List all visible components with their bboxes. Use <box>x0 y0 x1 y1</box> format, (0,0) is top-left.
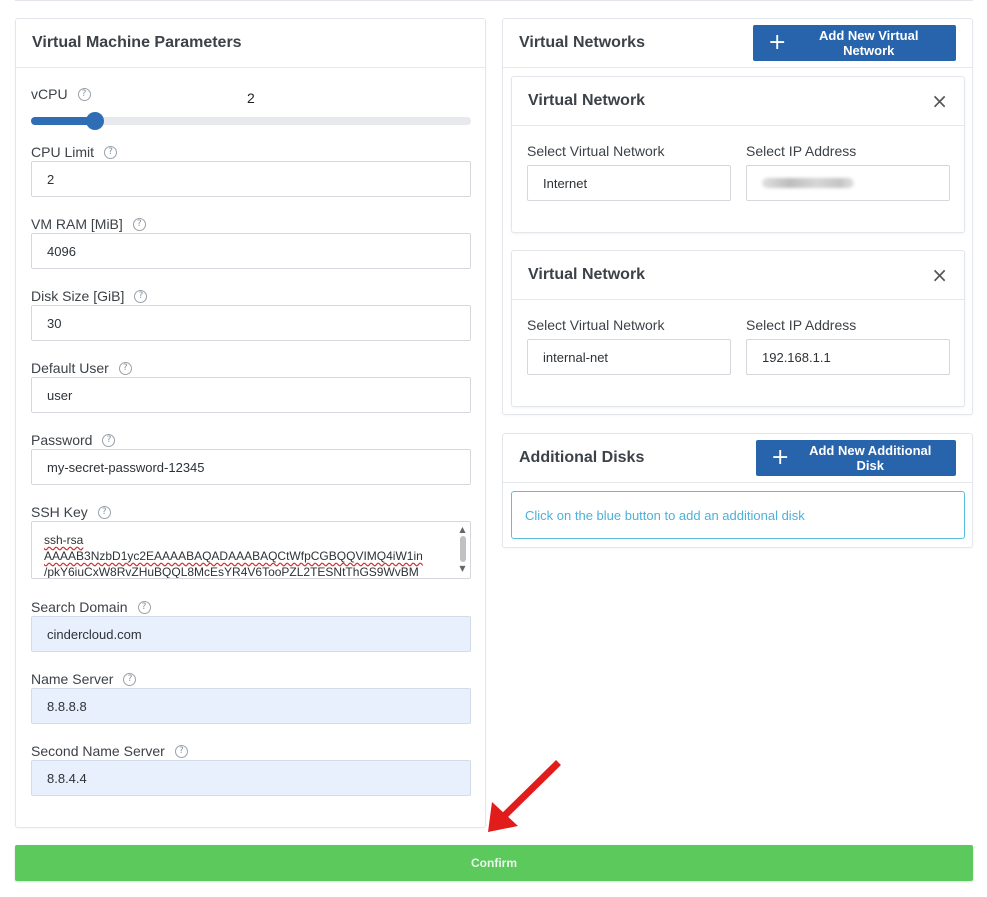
disk-size-label: Disk Size [GiB] <box>31 288 125 304</box>
ram-label: VM RAM [MiB] <box>31 216 123 232</box>
second-name-server-field: Second Name Server? 8.8.4.4 <box>31 742 471 796</box>
additional-disks-header: Additional Disks + Add New Additional Di… <box>503 434 972 483</box>
network-select[interactable]: internal-net <box>527 339 731 375</box>
plus-icon: + <box>768 30 787 55</box>
vcpu-field: vCPU? 2 <box>31 85 471 130</box>
cpu-limit-input[interactable]: 2 <box>31 161 471 197</box>
virtual-networks-card: Virtual Networks + Add New Virtual Netwo… <box>502 18 973 415</box>
ip-address-input[interactable] <box>746 165 950 201</box>
password-label: Password <box>31 432 93 448</box>
add-virtual-network-button[interactable]: + Add New Virtual Network <box>753 25 956 61</box>
help-icon[interactable]: ? <box>102 433 116 447</box>
virtual-networks-header: Virtual Networks + Add New Virtual Netwo… <box>503 19 972 68</box>
help-icon[interactable]: ? <box>104 145 118 159</box>
select-ip-label: Select IP Address <box>746 317 857 333</box>
add-additional-disk-button[interactable]: + Add New Additional Disk <box>756 440 956 476</box>
cpu-limit-field: CPU Limit? 2 <box>31 143 471 197</box>
textarea-scrollbar[interactable]: ▲ ▼ <box>458 525 467 577</box>
virtual-network-item-title: Virtual Network <box>528 92 646 109</box>
virtual-network-item: Virtual Network × Select Virtual Network… <box>511 250 965 407</box>
default-user-field: Default User? user <box>31 359 471 413</box>
ram-input[interactable]: 4096 <box>31 233 471 269</box>
network-select[interactable]: Internet <box>527 165 731 201</box>
ram-field: VM RAM [MiB]? 4096 <box>31 215 471 269</box>
default-user-input[interactable]: user <box>31 377 471 413</box>
scroll-up-icon[interactable]: ▲ <box>458 525 467 534</box>
virtual-networks-title: Virtual Networks <box>519 34 645 51</box>
top-divider <box>15 0 973 1</box>
name-server-field: Name Server? 8.8.8.8 <box>31 670 471 724</box>
ssh-key-line: /pkY6iuCxW8RvZHuBQQL8McEsYR4V6TooPZL2TES… <box>44 565 419 579</box>
vm-parameters-card: Virtual Machine Parameters vCPU? 2 CPU L… <box>15 18 486 828</box>
second-name-server-input[interactable]: 8.8.4.4 <box>31 760 471 796</box>
add-additional-disk-label: Add New Additional Disk <box>809 443 932 473</box>
virtual-network-item-title: Virtual Network <box>528 266 646 283</box>
help-icon[interactable]: ? <box>137 600 151 614</box>
additional-disks-info: Click on the blue button to add an addit… <box>511 491 965 539</box>
plus-icon: + <box>771 445 790 470</box>
help-icon[interactable]: ? <box>77 87 91 101</box>
disk-size-field: Disk Size [GiB]? 30 <box>31 287 471 341</box>
ssh-key-textarea[interactable]: ssh-rsa AAAAB3NzbD1yc2EAAAABAQADAAABAQCt… <box>31 521 471 579</box>
default-user-label: Default User <box>31 360 109 376</box>
ssh-key-field: SSH Key? ssh-rsa AAAAB3NzbD1yc2EAAAABAQA… <box>31 503 471 579</box>
select-network-label: Select Virtual Network <box>527 143 665 159</box>
password-input[interactable]: my-secret-password-12345 <box>31 449 471 485</box>
name-server-label: Name Server <box>31 671 114 687</box>
help-icon[interactable]: ? <box>123 672 137 686</box>
help-icon[interactable]: ? <box>132 217 146 231</box>
close-icon[interactable]: × <box>931 263 948 287</box>
confirm-button[interactable]: Confirm <box>15 845 973 881</box>
vcpu-label: vCPU <box>31 86 68 102</box>
red-arrow-annotation-icon <box>488 760 561 832</box>
second-name-server-label: Second Name Server <box>31 743 165 759</box>
ssh-key-line: ssh-rsa <box>44 533 84 547</box>
redacted-ip-value <box>762 178 854 188</box>
search-domain-field: Search Domain? cindercloud.com <box>31 598 471 652</box>
help-icon[interactable]: ? <box>118 361 132 375</box>
password-field: Password? my-secret-password-12345 <box>31 431 471 485</box>
vm-parameters-header: Virtual Machine Parameters <box>16 19 485 68</box>
help-icon[interactable]: ? <box>134 289 148 303</box>
close-icon[interactable]: × <box>931 89 948 113</box>
search-domain-input[interactable]: cindercloud.com <box>31 616 471 652</box>
scroll-down-icon[interactable]: ▼ <box>458 564 467 573</box>
virtual-network-item: Virtual Network × Select Virtual Network… <box>511 76 965 233</box>
disk-size-input[interactable]: 30 <box>31 305 471 341</box>
ssh-key-line: AAAAB3NzbD1yc2EAAAABAQADAAABAQCtWfpCGBQQ… <box>44 549 423 563</box>
cpu-limit-label: CPU Limit <box>31 144 95 160</box>
scroll-thumb[interactable] <box>459 536 466 562</box>
select-network-label: Select Virtual Network <box>527 317 665 333</box>
add-virtual-network-label: Add New Virtual Network <box>818 28 919 58</box>
help-icon[interactable]: ? <box>174 744 188 758</box>
vcpu-value: 2 <box>247 90 255 106</box>
help-icon[interactable]: ? <box>97 505 111 519</box>
name-server-input[interactable]: 8.8.8.8 <box>31 688 471 724</box>
search-domain-label: Search Domain <box>31 599 128 615</box>
vcpu-slider-thumb[interactable] <box>86 112 105 130</box>
vcpu-slider[interactable] <box>31 112 471 130</box>
select-ip-label: Select IP Address <box>746 143 857 159</box>
additional-disks-card: Additional Disks + Add New Additional Di… <box>502 433 973 548</box>
additional-disks-title: Additional Disks <box>519 449 645 466</box>
ip-address-input[interactable]: 192.168.1.1 <box>746 339 950 375</box>
ssh-key-label: SSH Key <box>31 504 88 520</box>
vm-parameters-title: Virtual Machine Parameters <box>32 34 242 51</box>
